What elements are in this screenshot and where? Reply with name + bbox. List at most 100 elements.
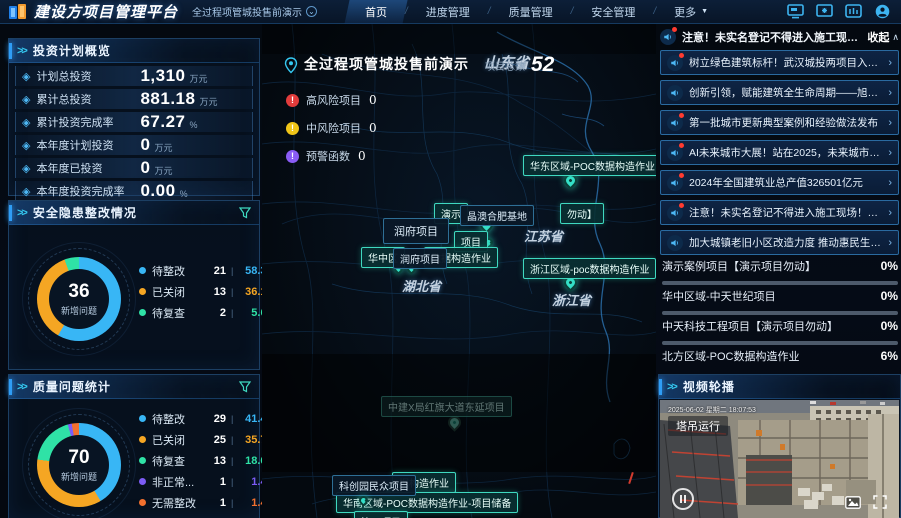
stat-row: ◈本年度已投资0万元 <box>15 158 253 178</box>
map-marker-label[interactable]: 润府项目 <box>393 248 447 269</box>
unread-dot <box>679 203 684 208</box>
progress-item[interactable]: 北方区域-POC数据构造作业6% <box>662 348 898 364</box>
notice-item[interactable]: AI未来城市大展！站在2025，未来城市何去何从？ › <box>660 140 899 165</box>
legend-item: 已关闭25|35.7% <box>139 432 276 447</box>
chevron-right-icon: › <box>888 207 892 219</box>
progress-item[interactable]: 中天科技工程项目【演示项目勿动】0% <box>662 318 898 345</box>
fullscreen-icon[interactable] <box>873 495 887 509</box>
nav-more[interactable]: 更多▼ <box>656 0 726 24</box>
unread-dot <box>679 143 684 148</box>
header-icons <box>787 4 891 19</box>
filter-icon[interactable] <box>239 381 251 393</box>
speaker-icon <box>660 29 676 45</box>
notice-item[interactable]: 注意！未实名登记不得进入施工现场！人工费拨付... › <box>660 200 899 225</box>
unread-dot <box>679 53 684 58</box>
alert-icon: ! <box>286 122 299 135</box>
unread-dot <box>679 173 684 178</box>
map-marker-label[interactable]: 演示项目 <box>354 511 408 518</box>
notice-item[interactable]: 创新引领，赋能建筑全生命周期——旭格亮相德国... › <box>660 80 899 105</box>
nav-home[interactable]: 首页 <box>344 0 407 24</box>
safety-total: 36 <box>68 281 89 303</box>
notice-item[interactable]: 2024年全国建筑业总产值326501亿元 › <box>660 170 899 195</box>
legend-item: 待整改29|41.4% <box>139 411 276 426</box>
unread-dot <box>679 113 684 118</box>
investment-panel-title: 投资计划概览 <box>33 42 111 59</box>
risk-row-high: ! 高风险项目 0 <box>286 92 377 108</box>
diamond-icon: ◈ <box>22 93 30 106</box>
chevron-right-icon: >> <box>17 381 26 393</box>
notice-item[interactable]: 第一批城市更新典型案例和经验做法发布 › <box>660 110 899 135</box>
diamond-icon: ◈ <box>22 162 30 175</box>
map-total-label: 项目总数 <box>485 58 525 73</box>
dashboard: 建设方项目管理平台 全过程项管城投售前演示 ⌄ 首页 / 进度管理 / 质量管理… <box>0 0 901 518</box>
progress-item[interactable]: 华中区域-中天世纪项目0% <box>662 288 898 315</box>
legend-item: 待复查2|5.6% <box>139 305 276 320</box>
stat-row: ◈本年度投资完成率0.00% <box>15 181 253 201</box>
map-marker-label[interactable]: 晶澳合肥基地 <box>460 205 534 226</box>
collapse-button[interactable]: 收起 <box>867 29 889 45</box>
video-timestamp: 2025-06-02 星期二 18:07:53 <box>668 405 756 415</box>
chevron-right-icon: >> <box>17 207 26 219</box>
video-panel-header: >> 视频轮播 <box>659 375 900 399</box>
progress-bar <box>662 281 898 285</box>
quality-total: 70 <box>68 447 89 469</box>
app-title: 建设方项目管理平台 <box>34 1 178 22</box>
chevron-right-icon: › <box>888 177 892 189</box>
chevron-right-icon: › <box>888 117 892 129</box>
map-total-value: 52 <box>531 56 554 74</box>
legend-item: 已关闭13|36.1% <box>139 284 276 299</box>
speaker-icon <box>667 55 683 71</box>
monitor-icon[interactable] <box>787 4 804 19</box>
nav-safety[interactable]: 安全管理 <box>573 0 653 24</box>
map-marker-label[interactable]: 华东区域-POC数据构造作业 <box>523 155 656 176</box>
safety-donut-chart: 36 新增问题 <box>37 257 121 341</box>
map-title-row: 全过程项管城投售前演示 项目总数 52 <box>284 54 554 74</box>
speaker-icon <box>667 235 683 251</box>
risk-row-medium: ! 中风险项目 0 <box>286 120 377 136</box>
user-icon[interactable] <box>874 4 891 19</box>
diamond-icon: ◈ <box>22 116 30 129</box>
quality-panel: >> 质量问题统计 70 新增问题 待整改29|41.4% 已关闭25|35.7… <box>8 374 260 518</box>
chevron-right-icon: >> <box>17 45 26 57</box>
alert-icon: ! <box>286 94 299 107</box>
safety-total-label: 新增问题 <box>61 304 97 317</box>
legend-item: 待整改21|58.3% <box>139 263 276 278</box>
speaker-icon <box>667 115 683 131</box>
picture-in-picture-icon[interactable] <box>845 496 861 509</box>
pause-button[interactable] <box>672 488 694 510</box>
video-panel-title: 视频轮播 <box>683 378 735 395</box>
stat-row: ◈本年度计划投资0万元 <box>15 135 253 155</box>
alert-icon: ! <box>286 150 299 163</box>
camera-label: 塔吊运行 <box>668 416 728 436</box>
bar-chart-icon[interactable] <box>845 4 862 19</box>
diamond-icon: ◈ <box>22 185 30 198</box>
stat-row: ◈累计总投资881.18万元 <box>15 89 253 109</box>
map-marker-label[interactable]: 中建X局红旗大道东延项目 <box>381 396 512 417</box>
screen-share-icon[interactable] <box>816 4 833 19</box>
investment-panel-header: >> 投资计划概览 <box>9 39 259 63</box>
stat-row: ◈计划总投资1,310万元 <box>15 66 253 86</box>
map-marker-label[interactable]: 浙江区域-poc数据构造作业 <box>523 258 656 279</box>
video-player[interactable]: 2025-06-02 星期二 18:07:53 塔吊运行 <box>660 400 899 518</box>
map-marker-label[interactable]: 润府项目 <box>383 218 449 244</box>
speaker-icon <box>667 205 683 221</box>
risk-row-warning: ! 预警函数 0 <box>286 148 366 164</box>
legend-item: 无需整改1|1.4% <box>139 495 276 510</box>
chevron-right-icon: › <box>888 87 892 99</box>
caret-up-icon[interactable]: ∧ <box>892 32 899 43</box>
notice-item[interactable]: 加大城镇老旧小区改造力度 推动惠民生扩内需 › <box>660 230 899 255</box>
map-marker-label[interactable]: 勿动】 <box>560 203 604 224</box>
notice-item[interactable]: 树立绿色建筑标杆！武汉城投两项目入选省级绿色... › <box>660 50 899 75</box>
progress-item[interactable]: 演示案例项目【演示项目勿动】0% <box>662 258 898 285</box>
nav-quality[interactable]: 质量管理 <box>491 0 571 24</box>
map-marker-label[interactable]: 科创园民众项目 <box>332 475 416 496</box>
map-title: 全过程项管城投售前演示 <box>304 54 469 74</box>
quality-donut-chart: 70 新增问题 <box>37 423 121 507</box>
china-map[interactable]: 全过程项管城投售前演示 项目总数 52 ! 高风险项目 0 ! 中风险项目 0 … <box>262 24 656 518</box>
chevron-right-icon: › <box>888 57 892 69</box>
project-selector-label: 全过程项管城投售前演示 <box>192 4 302 19</box>
nav-progress[interactable]: 进度管理 <box>408 0 488 24</box>
project-selector[interactable]: 全过程项管城投售前演示 ⌄ <box>192 4 317 19</box>
progress-bar <box>662 341 898 345</box>
filter-icon[interactable] <box>239 207 251 219</box>
